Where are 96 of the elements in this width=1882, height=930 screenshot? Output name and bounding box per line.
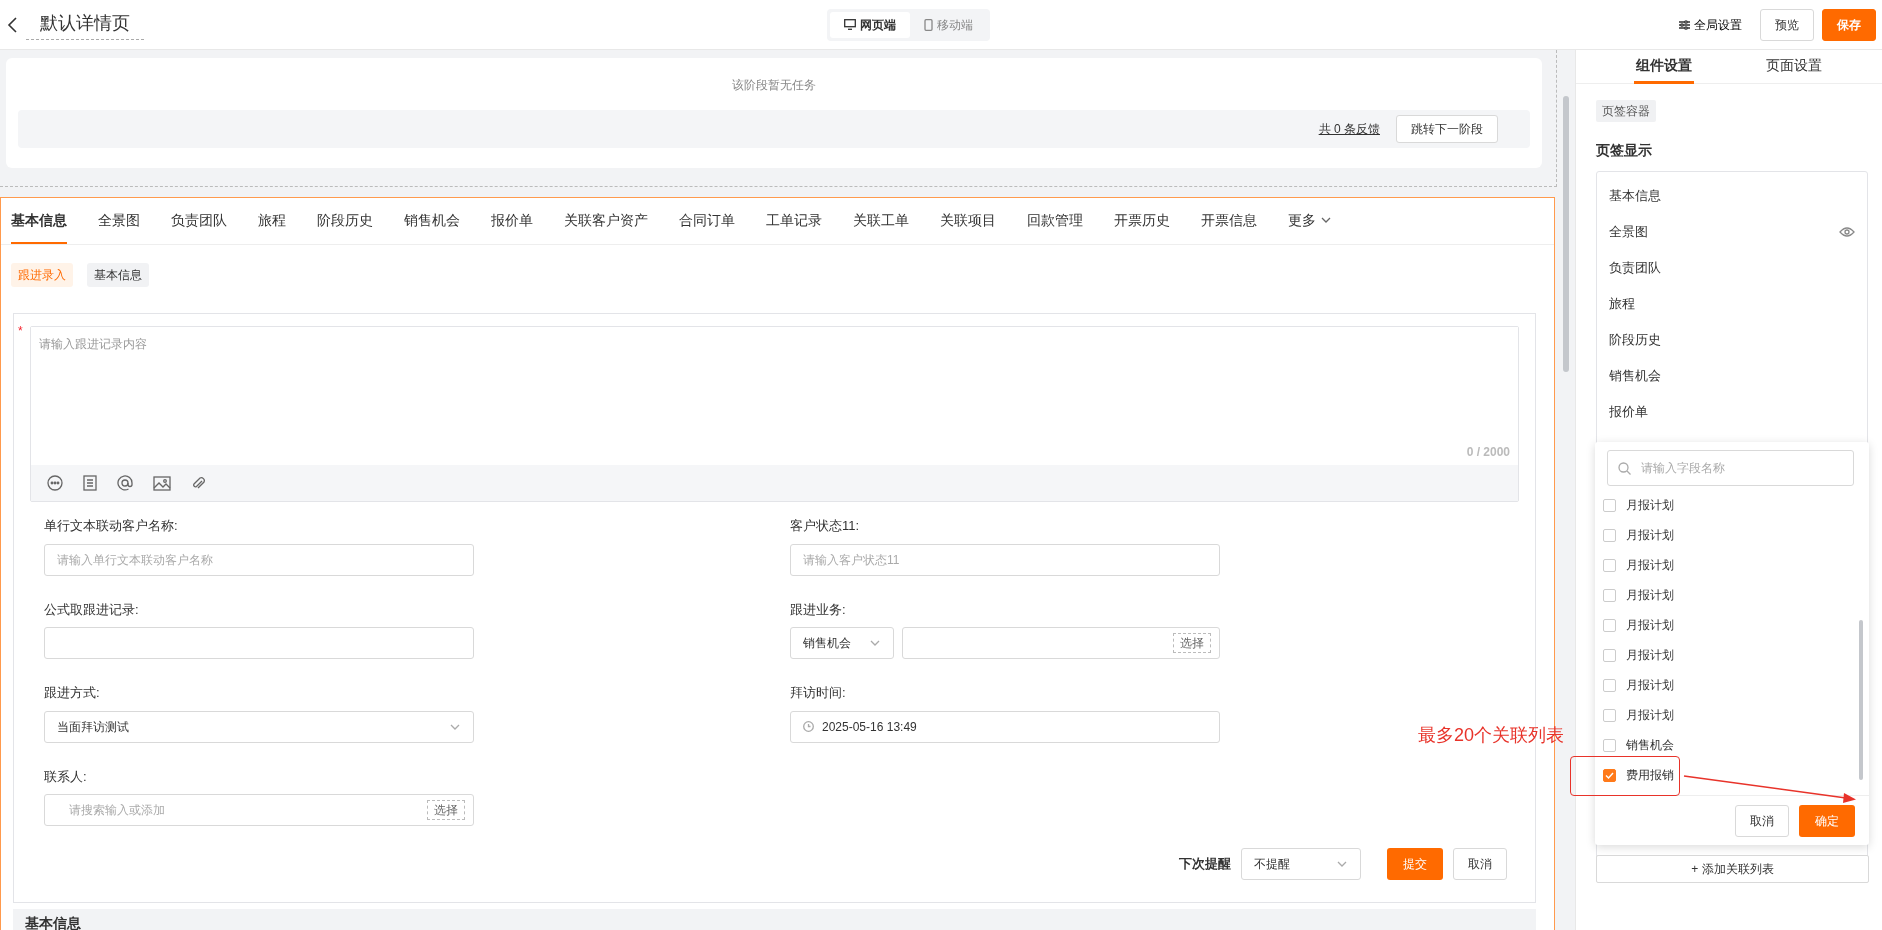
panel-tab[interactable]: 页面设置	[1729, 50, 1859, 84]
search-field[interactable]: 请输入字段名称	[1607, 450, 1854, 486]
tab-list-item[interactable]: 报价单	[1609, 402, 1648, 422]
tab[interactable]: 阶段历史	[317, 198, 373, 244]
tab[interactable]: 旅程	[258, 198, 286, 244]
sub-tab[interactable]: 基本信息	[87, 263, 149, 287]
field-label: 公式取跟进记录:	[44, 600, 140, 619]
field-label: 单行文本联动客户名称:	[44, 517, 179, 535]
tab[interactable]: 合同订单	[679, 198, 735, 244]
required-mark: *	[18, 323, 23, 340]
character-counter: 0 / 2000	[1465, 444, 1511, 461]
option-label: 月报计划	[1626, 677, 1674, 694]
tab-list-item[interactable]: 旅程	[1609, 294, 1635, 314]
tab[interactable]: 开票信息	[1201, 198, 1257, 244]
scrollbar-thumb[interactable]	[1563, 96, 1569, 372]
checkbox[interactable]	[1603, 738, 1616, 752]
reminder-select[interactable]: 不提醒	[1241, 848, 1361, 880]
empty-message: 该阶段暂无任务	[731, 77, 817, 94]
checkbox[interactable]	[1603, 708, 1616, 722]
section-heading: 页签显示	[1596, 141, 1653, 160]
tab-list-item[interactable]: 全景图	[1609, 222, 1648, 242]
tab[interactable]: 负责团队	[171, 198, 227, 244]
option-label: 月报计划	[1626, 647, 1674, 664]
paperclip-icon[interactable]	[191, 475, 205, 491]
tab-list-item[interactable]: 阶段历史	[1609, 330, 1661, 350]
feedback-link[interactable]: 共 0 条反馈	[1318, 120, 1380, 138]
option-label: 月报计划	[1626, 617, 1674, 634]
tab[interactable]: 回款管理	[1027, 198, 1083, 244]
component-tag: 页签容器	[1596, 100, 1656, 122]
page-title: 默认详情页	[26, 9, 144, 40]
chat-bubble-icon[interactable]	[47, 475, 63, 491]
tab[interactable]: 关联客户资产	[564, 198, 648, 244]
tab[interactable]: 基本信息	[11, 198, 67, 244]
tab[interactable]: 关联项目	[940, 198, 996, 244]
tab-list-item[interactable]: 负责团队	[1609, 258, 1661, 278]
more-tab[interactable]: 更多	[1288, 198, 1332, 244]
select-field[interactable]: 当面拜访测试	[44, 710, 474, 743]
business-select[interactable]: 销售机会	[790, 627, 894, 659]
placeholder-text: 请搜索输入或添加	[69, 802, 165, 819]
scrollbar-thumb[interactable]	[1859, 620, 1863, 780]
list-icon[interactable]	[83, 475, 97, 491]
option-label: 费用报销	[1626, 767, 1674, 784]
checkbox[interactable]	[1603, 528, 1616, 542]
sliders-icon	[1679, 19, 1690, 30]
field-label: 跟进方式:	[44, 684, 101, 702]
tab[interactable]: 报价单	[491, 198, 533, 244]
field-label: 客户状态11:	[790, 517, 861, 535]
option-label: 月报计划	[1626, 497, 1674, 514]
clock-icon	[803, 721, 814, 732]
tab[interactable]: 关联工单	[853, 198, 909, 244]
tab-list-item[interactable]: 销售机会	[1609, 366, 1661, 386]
tab[interactable]: 全景图	[98, 198, 140, 244]
checkbox[interactable]	[1603, 618, 1616, 632]
tab[interactable]: 开票历史	[1114, 198, 1170, 244]
image-icon[interactable]	[153, 475, 171, 491]
text-input[interactable]: 请输入客户状态11	[790, 543, 1220, 576]
field-label: 跟进业务:	[790, 600, 847, 619]
cancel-button[interactable]: 取消	[1453, 848, 1507, 880]
checkbox[interactable]	[1603, 648, 1616, 662]
checkbox[interactable]	[1603, 588, 1616, 602]
tab-list-item[interactable]: 基本信息	[1609, 186, 1661, 206]
next-stage-button[interactable]: 跳转下一阶段	[1396, 115, 1498, 143]
cancel-button[interactable]: 取消	[1735, 804, 1789, 837]
picker-field[interactable]: 选择	[902, 627, 1220, 659]
date-time-field[interactable]: 2025-05-16 13:49	[790, 710, 1220, 743]
checkbox[interactable]	[1603, 498, 1616, 512]
checkbox[interactable]	[1603, 678, 1616, 692]
select-button[interactable]: 选择	[1173, 633, 1211, 653]
field-label: 拜访时间:	[790, 684, 847, 702]
eye-icon[interactable]	[1839, 226, 1855, 238]
option-label: 月报计划	[1626, 527, 1674, 544]
global-settings-button[interactable]: 全局设置	[1673, 14, 1748, 35]
contact-search-field[interactable]: 请搜索输入或添加 选择	[44, 794, 474, 826]
search-icon	[1618, 461, 1631, 475]
at-sign-icon[interactable]	[117, 475, 133, 491]
option-label: 月报计划	[1626, 587, 1674, 604]
phone-icon	[924, 18, 933, 31]
tab[interactable]: 工单记录	[766, 198, 822, 244]
reminder-label: 下次提醒	[1179, 855, 1231, 874]
option-label: 月报计划	[1626, 557, 1674, 574]
tab[interactable]: 销售机会	[404, 198, 460, 244]
view-tab[interactable]: 网页端	[830, 11, 910, 38]
section-header: 基本信息	[13, 909, 1536, 930]
option-label: 销售机会	[1626, 737, 1674, 754]
back-icon[interactable]	[6, 15, 18, 34]
monitor-icon	[844, 19, 856, 30]
text-input[interactable]: 请输入单行文本联动客户名称	[44, 543, 474, 576]
select-button[interactable]: 选择	[427, 800, 465, 820]
field-label: 联系人:	[44, 767, 88, 786]
text-input[interactable]	[44, 627, 474, 659]
panel-tab[interactable]: 组件设置	[1634, 50, 1694, 84]
preview-button[interactable]: 预览	[1760, 8, 1814, 41]
checkbox[interactable]	[1603, 558, 1616, 572]
option-label: 月报计划	[1626, 707, 1674, 724]
add-related-list-button[interactable]: + 添加关联列表	[1596, 855, 1869, 883]
checkbox[interactable]	[1603, 768, 1616, 782]
